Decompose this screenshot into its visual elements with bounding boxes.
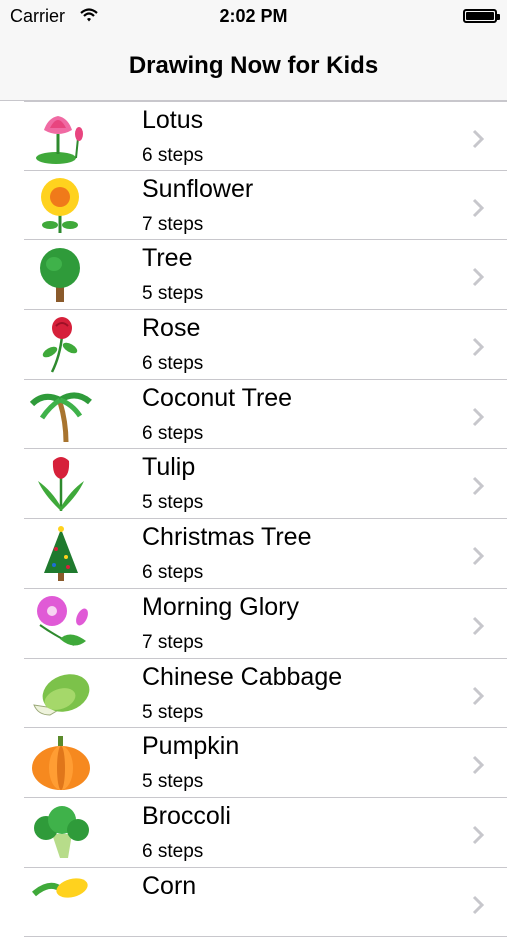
list-item[interactable]: Christmas Tree 6 steps [24,519,507,589]
list-item[interactable]: Morning Glory 7 steps [24,588,507,659]
item-steps: 5 steps [142,701,204,723]
list-item[interactable]: Chinese Cabbage 5 steps [24,658,507,729]
item-steps: 5 steps [142,771,204,793]
clock: 2:02 PM [219,6,288,26]
status-bar: Carrier 2:02 PM [0,0,507,34]
tulip-icon [38,457,84,512]
list-item[interactable]: Tulip 5 steps [24,449,507,520]
list-item[interactable]: Rose 6 steps [24,310,507,380]
broccoli-icon [34,805,89,858]
page-title: Drawing Now for Kids [128,52,379,79]
item-name: Morning Glory [142,592,299,621]
pumpkin-icon [32,736,90,791]
list-item[interactable]: Lotus 6 steps [24,101,507,171]
item-name: Tulip [142,453,196,482]
list-item[interactable]: Pumpkin 5 steps [24,728,507,798]
chevron-right-icon [472,477,485,496]
item-steps: 6 steps [142,840,204,862]
item-name: Lotus [142,106,204,134]
chevron-right-icon [472,407,485,426]
item-steps: 6 steps [142,145,204,166]
list-item[interactable]: Corn [24,867,507,937]
list-item[interactable]: Tree 5 steps [24,240,507,311]
list-item[interactable]: Sunflower 7 steps [24,170,507,241]
morning-glory-icon [37,595,88,646]
item-name: Pumpkin [142,732,240,761]
chevron-right-icon [472,268,485,287]
lotus-icon [36,116,83,164]
drawing-list[interactable]: Lotus 6 steps Sunflower 7 steps Tree 5 s… [0,101,507,937]
sunflower-icon [41,177,79,233]
item-steps: 7 steps [142,631,204,653]
chevron-right-icon [472,129,485,149]
chevron-right-icon [472,198,485,217]
item-steps: 7 steps [142,213,204,235]
corn-icon [32,877,88,898]
item-steps: 6 steps [142,562,204,584]
item-name: Christmas Tree [142,523,312,552]
item-steps: 5 steps [142,492,204,514]
list-item[interactable]: Coconut Tree 6 steps [24,379,507,450]
navigation-bar: Drawing Now for Kids [0,34,507,101]
chevron-right-icon [472,616,485,635]
battery-icon [463,9,500,23]
item-name: Sunflower [142,174,254,203]
list-item[interactable]: Broccoli 6 steps [24,797,507,868]
item-name: Coconut Tree [142,383,293,412]
item-steps: 5 steps [142,283,204,305]
item-name: Broccoli [142,801,231,830]
item-steps: 6 steps [142,353,204,375]
chinese-cabbage-icon [33,673,90,716]
chevron-right-icon [472,756,485,775]
coconut-tree-icon [30,392,92,442]
item-name: Chinese Cabbage [142,662,343,691]
item-steps: 6 steps [142,422,204,444]
tree-icon [40,248,80,303]
chevron-right-icon [472,825,485,844]
chevron-right-icon [472,686,485,705]
rose-icon [42,317,78,373]
item-name: Tree [142,244,193,273]
christmas-tree-icon [44,526,78,582]
item-name: Corn [142,871,197,900]
item-name: Rose [142,314,201,343]
chevron-right-icon [472,547,485,566]
chevron-right-icon [472,895,485,914]
chevron-right-icon [472,338,485,357]
